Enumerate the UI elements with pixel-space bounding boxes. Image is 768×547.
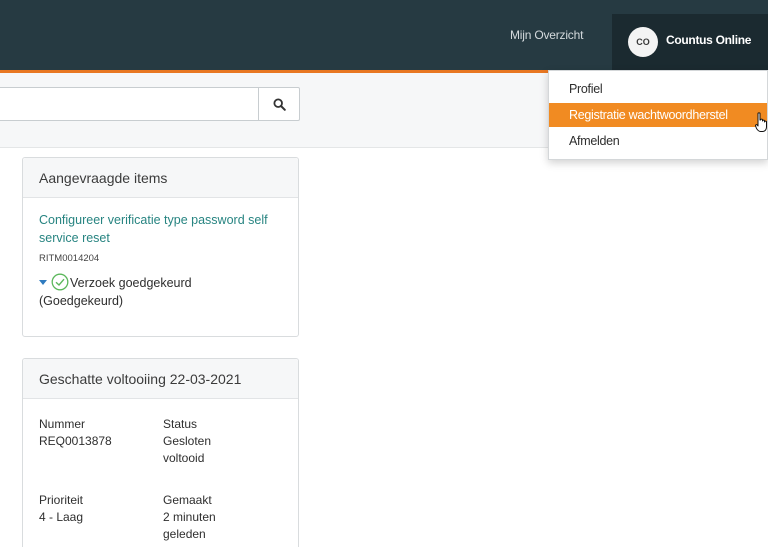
user-name: Countus Online — [666, 33, 752, 47]
menu-item-afmelden[interactable]: Afmelden — [549, 129, 767, 153]
search-icon — [273, 98, 286, 111]
status-value: Gesloten voltooid — [163, 434, 212, 465]
top-header: Mijn Overzicht CO Countus Online — [0, 0, 768, 70]
estimate-title: Geschatte voltooiing 22-03-2021 — [23, 359, 298, 399]
menu-item-profiel[interactable]: Profiel — [549, 77, 767, 101]
approved-check-icon — [51, 273, 69, 291]
expand-caret-icon[interactable] — [39, 280, 47, 285]
nav-link-mijn-overzicht[interactable]: Mijn Overzicht — [510, 28, 583, 42]
requested-items-title: Aangevraagde items — [23, 158, 298, 198]
status-label: Status — [163, 417, 198, 431]
created-value: 2 minuten geleden — [163, 510, 216, 541]
status-field: Status Gesloten voltooid — [163, 416, 253, 467]
priority-label: Prioriteit — [39, 493, 84, 507]
priority-value: 4 - Laag — [39, 510, 84, 524]
search-button[interactable] — [258, 87, 300, 121]
number-field: Nummer REQ0013878 — [39, 416, 112, 450]
user-dropdown-menu: Profiel Registratie wachtwoordherstel Af… — [548, 70, 768, 160]
number-value: REQ0013878 — [39, 434, 112, 448]
priority-field: Prioriteit 4 - Laag — [39, 492, 83, 526]
avatar: CO — [628, 27, 658, 57]
user-menu-toggle[interactable]: CO Countus Online — [612, 14, 768, 70]
search-input[interactable] — [0, 87, 258, 121]
estimate-card: Geschatte voltooiing 22-03-2021 Nummer R… — [22, 358, 299, 547]
requested-item-number: RITM0014204 — [39, 253, 100, 264]
number-label: Nummer — [39, 417, 86, 431]
requested-items-card: Aangevraagde items Configureer verificat… — [22, 157, 299, 337]
requested-item-status: Verzoek goedgekeurd — [70, 276, 192, 290]
hand-pointer-icon — [755, 112, 767, 132]
created-field: Gemaakt 2 minuten geleden — [163, 492, 253, 543]
requested-item-link[interactable]: Configureer verificatie type password se… — [39, 211, 284, 247]
menu-item-registratie-wachtwoordherstel[interactable]: Registratie wachtwoordherstel — [549, 103, 767, 127]
created-label: Gemaakt — [163, 493, 212, 507]
requested-item-status-detail: (Goedgekeurd) — [39, 294, 124, 308]
